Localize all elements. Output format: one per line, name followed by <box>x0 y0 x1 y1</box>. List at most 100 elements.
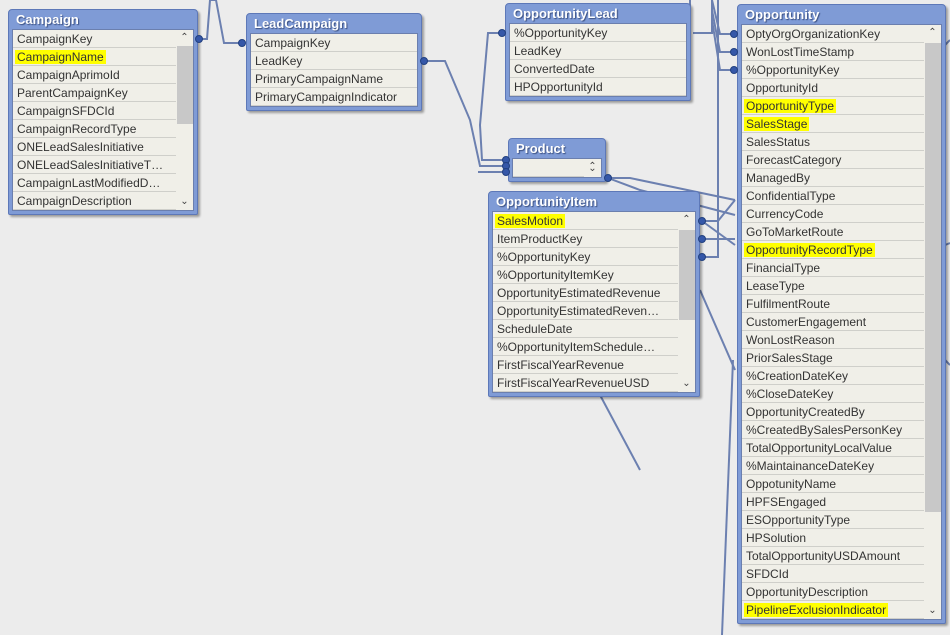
scroll-thumb[interactable] <box>679 230 695 320</box>
field-row[interactable]: OpportunityDescription <box>742 583 924 601</box>
table-title[interactable]: Product <box>512 139 602 158</box>
field-row[interactable]: CampaignLastModifiedD… <box>13 174 176 192</box>
scroll-up-icon[interactable]: ⌃ <box>924 25 941 41</box>
field-name: CampaignKey <box>255 36 331 50</box>
table-title[interactable]: Opportunity <box>741 5 942 24</box>
field-row[interactable]: PrimaryCampaignName <box>251 70 417 88</box>
field-row[interactable]: CampaignAprimoId <box>13 66 176 84</box>
field-row[interactable]: CampaignName <box>13 48 176 66</box>
field-row[interactable]: CampaignKey <box>251 34 417 52</box>
scrollbar[interactable]: ⌃ ⌄ <box>176 30 193 210</box>
field-row[interactable]: %OpportunityKey <box>742 61 924 79</box>
table-title[interactable]: Campaign <box>12 10 194 29</box>
field-row[interactable]: CampaignRecordType <box>13 120 176 138</box>
field-row[interactable]: OpportunityEstimatedReven… <box>493 302 678 320</box>
table-opportunitylead[interactable]: OpportunityLead %OpportunityKey LeadKey Con… <box>505 3 691 101</box>
field-row[interactable]: ForecastCategory <box>742 151 924 169</box>
field-row[interactable]: HPFSEngaged <box>742 493 924 511</box>
field-list: SalesMotion ItemProductKey %OpportunityKey… <box>492 211 696 393</box>
field-row[interactable]: ParentCampaignKey <box>13 84 176 102</box>
field-row[interactable]: OpportunityId <box>742 79 924 97</box>
field-row[interactable]: %OpportunityItemKey <box>493 266 678 284</box>
table-product[interactable]: Product ⌃ ⌄ <box>508 138 606 182</box>
field-row[interactable]: ESOpportunityType <box>742 511 924 529</box>
table-title[interactable]: OpportunityLead <box>509 4 687 23</box>
field-row[interactable]: PriorSalesStage <box>742 349 924 367</box>
field-row[interactable]: %CreatedBySalesPersonKey <box>742 421 924 439</box>
field-row[interactable]: CampaignKey <box>13 30 176 48</box>
field-row[interactable]: OpportunityEstimatedRevenue <box>493 284 678 302</box>
field-row[interactable]: %MaintainanceDateKey <box>742 457 924 475</box>
field-row[interactable]: TotalOpportunityLocalValue <box>742 439 924 457</box>
link-connector-dot <box>698 253 706 261</box>
field-row[interactable]: ScheduleDate <box>493 320 678 338</box>
field-row[interactable]: OpportunityRecordType <box>742 241 924 259</box>
scrollbar[interactable]: ⌃ ⌄ <box>678 212 695 392</box>
field-name: %OpportunityKey <box>514 26 608 40</box>
scroll-down-icon[interactable]: ⌄ <box>176 194 193 210</box>
field-row[interactable]: WonLostReason <box>742 331 924 349</box>
field-row[interactable]: %OpportunityItemSchedule… <box>493 338 678 356</box>
scrollbar[interactable]: ⌃ ⌄ <box>584 159 601 177</box>
field-row[interactable]: TotalOpportunityUSDAmount <box>742 547 924 565</box>
field-row[interactable]: ItemProductKey <box>493 230 678 248</box>
field-row[interactable] <box>513 159 584 177</box>
field-list: CampaignKey CampaignName CampaignAprimoId P… <box>12 29 194 211</box>
field-row[interactable]: ManagedBy <box>742 169 924 187</box>
scroll-down-icon[interactable]: ⌄ <box>924 603 941 619</box>
field-row[interactable]: CampaignDescription <box>13 192 176 210</box>
field-row[interactable]: HPSolution <box>742 529 924 547</box>
field-row[interactable]: %OpportunityKey <box>510 24 686 42</box>
field-row[interactable]: SalesStage <box>742 115 924 133</box>
field-row[interactable]: FirstFiscalYearRevenueUSD <box>493 374 678 392</box>
field-row[interactable]: HPOpportunityId <box>510 78 686 96</box>
field-name: WonLostTimeStamp <box>746 45 855 59</box>
table-leadcampaign[interactable]: LeadCampaign CampaignKey LeadKey PrimaryCam… <box>246 13 422 111</box>
field-row[interactable]: WonLostTimeStamp <box>742 43 924 61</box>
field-row[interactable]: CampaignSFDCId <box>13 102 176 120</box>
scroll-up-icon[interactable]: ⌃ <box>176 30 193 46</box>
field-name: %CreationDateKey <box>746 369 849 383</box>
scroll-thumb[interactable] <box>177 46 193 124</box>
table-opportunity[interactable]: Opportunity OptyOrgOrganizationKey WonLost… <box>737 4 946 624</box>
field-row[interactable]: OpportunityCreatedBy <box>742 403 924 421</box>
field-row[interactable]: SalesStatus <box>742 133 924 151</box>
scroll-down-icon[interactable]: ⌄ <box>584 161 601 177</box>
field-row[interactable]: FinancialType <box>742 259 924 277</box>
field-row[interactable]: ConvertedDate <box>510 60 686 78</box>
table-campaign[interactable]: Campaign CampaignKey CampaignName CampaignA… <box>8 9 198 215</box>
field-row[interactable]: ONELeadSalesInitiative <box>13 138 176 156</box>
table-opportunityitem[interactable]: OpportunityItem SalesMotion ItemProductKey… <box>488 191 700 397</box>
table-title[interactable]: LeadCampaign <box>250 14 418 33</box>
field-row[interactable]: FulfilmentRoute <box>742 295 924 313</box>
field-row[interactable]: PipelineExclusionIndicator <box>742 601 924 619</box>
field-row[interactable]: OppotunityName <box>742 475 924 493</box>
scroll-down-icon[interactable]: ⌄ <box>678 376 695 392</box>
scrollbar[interactable]: ⌃ ⌄ <box>924 25 941 619</box>
field-row[interactable]: SFDCId <box>742 565 924 583</box>
field-row[interactable]: CurrencyCode <box>742 205 924 223</box>
field-row[interactable]: OptyOrgOrganizationKey <box>742 25 924 43</box>
field-row[interactable]: %CloseDateKey <box>742 385 924 403</box>
field-row[interactable]: %CreationDateKey <box>742 367 924 385</box>
field-row[interactable]: PrimaryCampaignIndicator <box>251 88 417 106</box>
field-row[interactable]: LeadKey <box>251 52 417 70</box>
field-name: CampaignLastModifiedD… <box>17 176 161 190</box>
field-row[interactable]: LeaseType <box>742 277 924 295</box>
field-row[interactable]: ConfidentialType <box>742 187 924 205</box>
field-name: CampaignAprimoId <box>17 68 120 82</box>
field-row[interactable]: OpportunityType <box>742 97 924 115</box>
field-row[interactable]: CustomerEngagement <box>742 313 924 331</box>
field-row[interactable]: %OpportunityKey <box>493 248 678 266</box>
table-title[interactable]: OpportunityItem <box>492 192 696 211</box>
scroll-thumb[interactable] <box>925 42 941 513</box>
field-row[interactable]: SalesMotion <box>493 212 678 230</box>
field-name: %CloseDateKey <box>746 387 834 401</box>
field-row[interactable]: LeadKey <box>510 42 686 60</box>
field-row[interactable]: ONELeadSalesInitiativeT… <box>13 156 176 174</box>
field-row[interactable]: FirstFiscalYearRevenue <box>493 356 678 374</box>
field-name: LeadKey <box>255 54 303 68</box>
field-name: %OpportunityItemSchedule… <box>497 340 656 354</box>
scroll-up-icon[interactable]: ⌃ <box>678 212 695 228</box>
field-row[interactable]: GoToMarketRoute <box>742 223 924 241</box>
